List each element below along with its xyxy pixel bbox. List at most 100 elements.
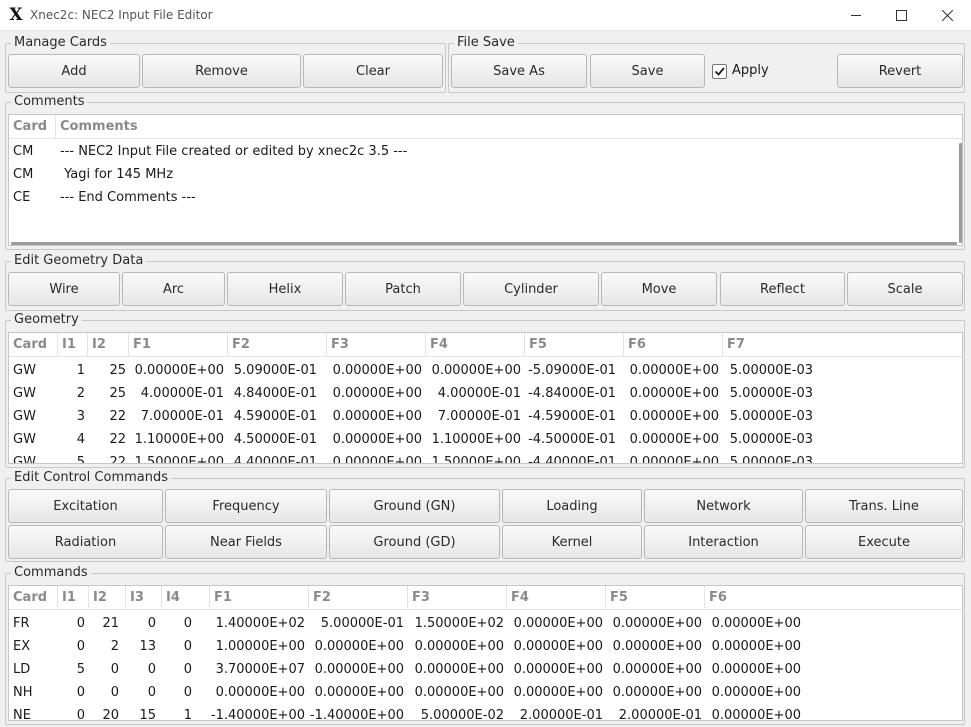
cell-i4: 0 [183,662,192,677]
helix-button[interactable]: Helix [227,272,343,306]
geometry-label: Geometry [11,312,82,328]
interaction-button[interactable]: Interaction [644,525,803,559]
cell-i1: 1 [76,363,85,378]
wire-button[interactable]: Wire [8,272,120,306]
close-icon[interactable] [924,0,970,31]
table-row[interactable]: GW 2 25 4.00000E-01 4.84000E-01 0.00000E+00 4.… [9,382,959,405]
excitation-button[interactable]: Excitation [8,489,163,523]
cell-f1: 3.70000E+07 [215,662,305,677]
frequency-button[interactable]: Frequency [165,489,327,523]
trans-line-button[interactable]: Trans. Line [805,489,963,523]
comments-scrollbar[interactable] [959,143,962,243]
scale-button[interactable]: Scale [847,272,963,306]
cell-i2: 20 [102,708,119,721]
clear-button[interactable]: Clear [303,54,443,88]
near-fields-button[interactable]: Near Fields [165,525,327,559]
execute-button[interactable]: Execute [805,525,963,559]
geometry-header: Card I1 I2 F1 F2 F3 F4 F5 F6 F7 [9,333,962,357]
save-button[interactable]: Save [590,54,705,88]
table-row[interactable]: GW 4 22 1.10000E+00 4.50000E-01 0.00000E+00 1.… [9,428,959,451]
ground-gd-button[interactable]: Ground (GD) [329,525,500,559]
commands-table[interactable]: Card I1 I2 I3 I4 F1 F2 F3 F4 F5 F6 FR 0 21… [8,585,963,721]
table-row[interactable]: GW 5 22 1.50000E+00 4.40000E-01 0.00000E+00 1.… [9,451,959,464]
table-row[interactable]: EX 0 2 13 0 1.00000E+00 0.00000E+00 0.00000E+00… [9,635,959,658]
cell-f1: 1.40000E+02 [215,616,305,631]
table-row[interactable]: NE 0 20 15 1 -1.40000E+00 -1.40000E+00 5.00000E… [9,704,959,721]
column-header[interactable]: F6 [624,333,723,357]
save-as-button[interactable]: Save As [451,54,587,88]
reflect-button[interactable]: Reflect [720,272,845,306]
cell-f2: 5.09000E-01 [233,363,317,378]
column-header[interactable]: Card [9,586,58,610]
kernel-button[interactable]: Kernel [502,525,642,559]
remove-button[interactable]: Remove [142,54,301,88]
table-row[interactable]: LD 5 0 0 0 3.70000E+07 0.00000E+00 0.00000E+00 0… [9,658,959,681]
cell-f6: 0.00000E+00 [629,386,719,401]
cell-f5: -4.84000E-01 [528,386,616,401]
cell-f2: 5.00000E-01 [320,616,404,631]
apply-label[interactable]: Apply [732,63,769,78]
column-header[interactable]: F4 [426,333,525,357]
column-header[interactable]: F5 [606,586,705,610]
patch-button[interactable]: Patch [345,272,461,306]
arc-button[interactable]: Arc [122,272,225,306]
table-row[interactable]: GW 3 22 7.00000E-01 4.59000E-01 0.00000E+00 7.… [9,405,959,428]
radiation-button[interactable]: Radiation [8,525,163,559]
cell-f1: 0.00000E+00 [215,685,305,700]
cell-card: GW [13,363,36,378]
cell-i1: 0 [76,639,85,654]
geometry-table[interactable]: Card I1 I2 F1 F2 F3 F4 F5 F6 F7 GW 1 25 0.0… [8,332,963,464]
column-header[interactable]: F6 [705,586,962,610]
column-header[interactable]: I1 [58,586,89,610]
maximize-icon[interactable] [878,0,924,31]
column-header[interactable]: I2 [89,586,126,610]
apply-checkbox[interactable] [712,64,727,79]
column-header[interactable]: F4 [507,586,606,610]
column-header[interactable]: Card [9,333,58,357]
table-row[interactable]: GW 1 25 0.00000E+00 5.09000E-01 0.00000E+00 0.… [9,359,959,382]
cell-f2: -1.40000E+00 [309,708,404,721]
cell-f7: 5.00000E-03 [729,363,813,378]
column-header[interactable]: I1 [58,333,88,357]
column-header[interactable]: F3 [408,586,507,610]
column-header[interactable]: I3 [126,586,162,610]
column-header[interactable]: F1 [210,586,309,610]
comments-table[interactable]: Card Comments CM --- NEC2 Input File cre… [8,114,963,246]
cell-i2: 0 [110,662,119,677]
column-header[interactable]: I2 [88,333,129,357]
column-header[interactable]: F1 [129,333,228,357]
column-header[interactable]: F2 [228,333,327,357]
column-header[interactable]: F5 [525,333,624,357]
cell-f6: 0.00000E+00 [711,662,801,677]
comments-hscrollbar[interactable] [11,242,957,245]
cell-f3: 5.00000E-02 [420,708,504,721]
column-header[interactable]: F2 [309,586,408,610]
cell-comment: Yagi for 145 MHz [60,167,174,182]
table-row[interactable]: FR 0 21 0 0 1.40000E+02 5.00000E-01 1.50000E+02… [9,612,959,635]
table-row[interactable]: NH 0 0 0 0 0.00000E+00 0.00000E+00 0.00000E+00 0… [9,681,959,704]
minimize-icon[interactable] [833,0,879,31]
loading-button[interactable]: Loading [502,489,642,523]
cell-f3: 1.50000E+02 [414,616,504,631]
cell-f1: 1.50000E+00 [134,455,224,464]
column-header[interactable]: F3 [327,333,426,357]
cylinder-button[interactable]: Cylinder [463,272,599,306]
table-row[interactable]: CM --- NEC2 Input File created or edited… [9,140,959,163]
network-button[interactable]: Network [644,489,803,523]
revert-button[interactable]: Revert [837,54,963,88]
column-header[interactable]: F7 [723,333,962,357]
table-row[interactable]: CM Yagi for 145 MHz [9,163,959,186]
add-button[interactable]: Add [8,54,140,88]
column-header[interactable]: I4 [162,586,210,610]
table-row[interactable]: CE --- End Comments --- [9,186,959,209]
ground-gn-button[interactable]: Ground (GN) [329,489,500,523]
x-logo-icon: X [9,5,23,25]
manage-cards-label: Manage Cards [11,35,110,51]
cell-f4: 7.00000E-01 [437,409,521,424]
column-header[interactable]: Comments [56,115,962,139]
cell-card: NE [13,708,31,721]
move-button[interactable]: Move [601,272,717,306]
cell-f2: 4.40000E-01 [233,455,317,464]
column-header[interactable]: Card [9,115,56,139]
cell-f2: 0.00000E+00 [314,639,404,654]
